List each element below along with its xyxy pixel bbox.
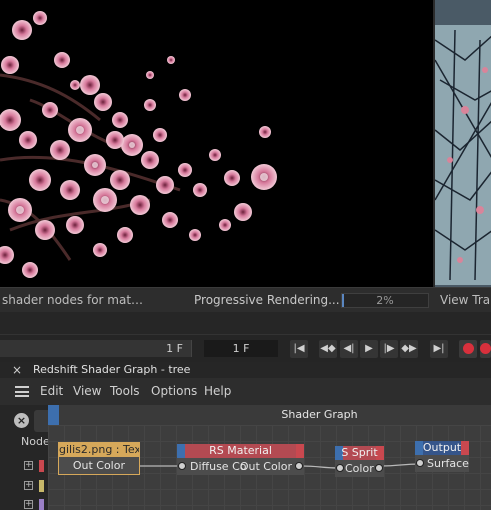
status-message: shader nodes for mat… <box>2 293 144 307</box>
rs-sprite-node[interactable]: S Sprit Color <box>335 446 384 477</box>
go-to-end-button[interactable]: ▶| <box>430 340 448 358</box>
next-frame-button[interactable]: |▶ <box>380 340 398 358</box>
node-graph-canvas[interactable]: gilis2.png : Text Out Color RS Material … <box>48 425 491 510</box>
record-button[interactable] <box>459 340 477 358</box>
expand-icon[interactable]: + <box>24 481 33 490</box>
expand-icon[interactable]: + <box>24 461 33 470</box>
menu-bar: Edit View Tools Options Help <box>0 378 491 405</box>
sprite-output-port[interactable] <box>375 464 383 472</box>
previous-key-button[interactable]: ◀◆ <box>319 340 337 358</box>
secondary-viewport[interactable] <box>433 0 491 287</box>
render-progress-bar: 2% <box>341 293 429 308</box>
category-swatch <box>39 499 44 510</box>
menu-tools[interactable]: Tools <box>110 384 140 398</box>
diffuse-color-input-port[interactable] <box>178 462 186 470</box>
sprite-color-label: Color <box>345 462 374 475</box>
menu-help[interactable]: Help <box>204 384 231 398</box>
timeline-controls: 1 F 1 F |◀ ◀◆ ◀| ▶ |▶ ◆▶ ▶| <box>0 334 491 362</box>
diffuse-color-label: Diffuse Co <box>190 460 247 473</box>
play-button[interactable]: ▶ <box>360 340 378 358</box>
start-frame-field[interactable]: 1 F <box>0 340 192 357</box>
hamburger-menu-icon[interactable] <box>15 386 29 397</box>
progress-label: Progressive Rendering... <box>194 293 340 307</box>
expand-icon[interactable]: + <box>24 500 33 509</box>
next-key-button[interactable]: ◆▶ <box>400 340 418 358</box>
autokey-icon <box>480 343 491 354</box>
record-icon <box>462 343 474 354</box>
render-viewport[interactable] <box>0 0 433 287</box>
output-node[interactable]: Output Surface <box>415 441 469 472</box>
material-out-color-port[interactable] <box>295 462 303 470</box>
texture-node-title: gilis2.png : Text <box>59 443 139 457</box>
menu-edit[interactable]: Edit <box>40 384 63 398</box>
window-title: Redshift Shader Graph - tree <box>33 363 191 376</box>
menu-view[interactable]: View <box>73 384 101 398</box>
render-progress-percent: 2% <box>376 294 394 307</box>
shader-graph-header: Shader Graph <box>48 405 491 425</box>
texture-out-color-label: Out Color <box>72 459 125 472</box>
rs-material-node[interactable]: RS Material Diffuse Co Out Color <box>177 444 304 475</box>
material-out-color-label: Out Color <box>239 460 292 473</box>
surface-label: Surface <box>427 457 469 470</box>
rs-material-node-title: RS Material <box>177 444 304 458</box>
node-list-panel: × Node + + + <box>0 405 50 510</box>
wire-material-to-sprite <box>301 465 340 469</box>
sprite-ports[interactable]: Color <box>335 460 384 477</box>
category-swatch <box>39 460 44 472</box>
status-bar: shader nodes for mat… Progressive Render… <box>0 287 491 312</box>
texture-out-color-port[interactable]: Out Color <box>59 457 139 474</box>
clear-search-button[interactable]: × <box>14 413 29 428</box>
previous-frame-button[interactable]: ◀| <box>340 340 358 358</box>
output-ports[interactable]: Surface <box>415 455 469 472</box>
node-search-field[interactable] <box>34 410 48 432</box>
shader-graph-title: Shader Graph <box>281 408 358 421</box>
texture-node[interactable]: gilis2.png : Text Out Color <box>58 442 140 475</box>
nodes-label: Node <box>21 435 50 448</box>
autokey-button[interactable] <box>480 340 491 358</box>
view-transform-label: View Trans <box>440 293 491 307</box>
sprite-color-input-port[interactable] <box>336 464 344 472</box>
rs-material-ports[interactable]: Diffuse Co Out Color <box>177 458 304 475</box>
surface-input-port[interactable] <box>416 459 424 467</box>
close-window-button[interactable]: × <box>12 363 22 377</box>
timeline-ruler[interactable] <box>0 312 491 334</box>
menu-options[interactable]: Options <box>151 384 197 398</box>
shader-graph-window-title-bar: × Redshift Shader Graph - tree <box>0 362 491 378</box>
render-image-cherry-blossoms <box>0 11 277 278</box>
current-frame-field[interactable]: 1 F <box>204 340 278 357</box>
output-node-title: Output <box>415 441 469 455</box>
rs-sprite-node-title: S Sprit <box>335 446 384 460</box>
go-to-start-button[interactable]: |◀ <box>290 340 308 358</box>
secondary-render-image <box>435 0 491 287</box>
category-swatch <box>39 480 44 492</box>
